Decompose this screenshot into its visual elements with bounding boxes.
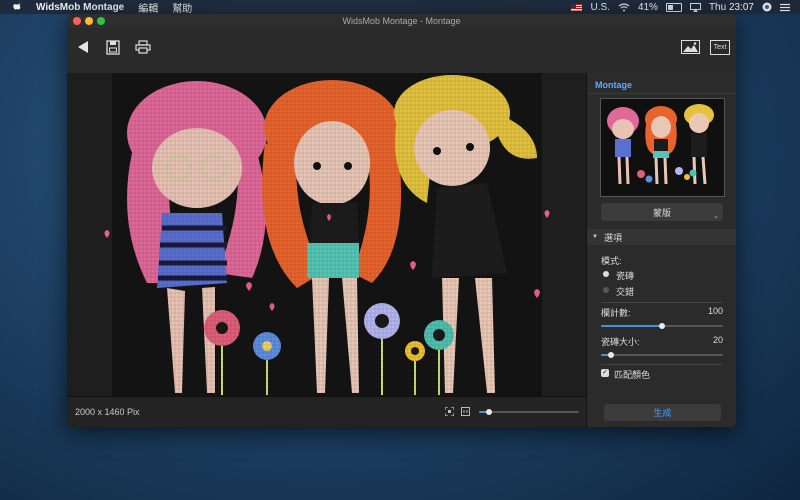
- mask-thumbnail-image: [607, 104, 714, 185]
- match-color-label[interactable]: 匹配顏色: [614, 368, 650, 381]
- columns-slider-fill: [601, 325, 662, 327]
- clock[interactable]: Thu 23:07: [709, 2, 754, 13]
- mask-thumbnail[interactable]: [600, 98, 725, 197]
- tab-montage[interactable]: Montage: [595, 80, 632, 90]
- generate-button-label: 生成: [653, 408, 672, 418]
- battery-percent[interactable]: 41%: [638, 2, 658, 13]
- siri-icon[interactable]: [762, 2, 772, 12]
- divider: [601, 302, 723, 303]
- menu-edit[interactable]: 編輯: [138, 0, 158, 15]
- close-window-button[interactable]: [73, 17, 81, 25]
- divider: [601, 364, 723, 365]
- text-icon: Text: [710, 39, 730, 55]
- save-button[interactable]: [102, 36, 124, 58]
- columns-label: 欄計數:: [601, 308, 631, 318]
- columns-slider[interactable]: [601, 323, 723, 329]
- generate-button[interactable]: 生成: [604, 404, 721, 421]
- montage-canvas[interactable]: [67, 73, 586, 396]
- control-center-icon[interactable]: [780, 3, 790, 12]
- toolbar: Text: [67, 28, 736, 74]
- us-flag-icon[interactable]: [571, 3, 583, 11]
- disclosure-triangle-icon: ▼: [592, 234, 598, 240]
- mode-label: 模式:: [601, 256, 622, 266]
- airplay-icon[interactable]: [689, 2, 701, 12]
- mode-tile-radio[interactable]: [603, 271, 609, 277]
- tile-size-slider-knob[interactable]: [608, 352, 614, 358]
- match-color-checkbox[interactable]: ✓: [601, 369, 609, 377]
- wifi-icon[interactable]: [618, 2, 630, 12]
- printer-icon: [135, 40, 151, 54]
- status-bar: 2000 x 1460 Pix: [67, 396, 586, 427]
- window-title: WidsMob Montage - Montage: [342, 16, 461, 26]
- fit-screen-icon[interactable]: [445, 407, 454, 416]
- title-bar: WidsMob Montage - Montage: [67, 14, 736, 28]
- columns-slider-knob[interactable]: [659, 323, 665, 329]
- input-source-label[interactable]: U.S.: [590, 2, 609, 13]
- columns-value: 100: [707, 306, 723, 316]
- options-header-label: 選項: [603, 232, 622, 243]
- mode-alternate-radio[interactable]: [603, 287, 609, 293]
- image-watermark-button[interactable]: [679, 36, 701, 58]
- montage-preview-image: [104, 73, 550, 396]
- app-window: WidsMob Montage - Montage Text 2000 x 14…: [67, 14, 736, 427]
- chevron-down-icon: ⌄: [713, 213, 719, 220]
- save-icon: [106, 39, 120, 55]
- image-icon: [680, 40, 700, 54]
- text-watermark-button[interactable]: Text: [709, 36, 731, 58]
- zoom-window-button[interactable]: [97, 17, 105, 25]
- print-button[interactable]: [132, 36, 154, 58]
- mask-dropdown[interactable]: 蒙版 ⌄: [601, 203, 723, 221]
- mode-tile-label[interactable]: 瓷磚: [616, 269, 634, 282]
- zoom-slider-knob[interactable]: [486, 409, 492, 415]
- mode-alternate-label[interactable]: 交錯: [616, 285, 634, 298]
- image-dimensions: 2000 x 1460 Pix: [75, 407, 140, 417]
- zoom-slider[interactable]: [479, 409, 579, 415]
- menu-bar: WidsMob Montage 編輯 幫助 U.S. 41% Thu 23:07: [0, 0, 800, 15]
- tile-size-value: 20: [712, 335, 723, 345]
- actual-size-icon[interactable]: [461, 407, 470, 416]
- back-arrow-icon: [78, 41, 88, 53]
- battery-icon[interactable]: [665, 2, 682, 12]
- back-button[interactable]: [72, 36, 94, 58]
- app-menu[interactable]: WidsMob Montage: [36, 2, 124, 13]
- settings-sidebar: Montage 蒙版 ⌄ ▼ 選項 模式: 瓷磚 交錯 欄計數: 100 瓷磚大…: [586, 73, 736, 427]
- tile-size-label: 瓷磚大小:: [601, 337, 640, 347]
- minimize-window-button[interactable]: [85, 17, 93, 25]
- mask-dropdown-label: 蒙版: [652, 207, 671, 218]
- menu-help[interactable]: 幫助: [172, 0, 192, 15]
- options-section-header[interactable]: ▼ 選項: [587, 229, 736, 245]
- tile-size-slider[interactable]: [601, 352, 723, 358]
- apple-icon[interactable]: [10, 2, 24, 12]
- tab-divider: [587, 93, 736, 94]
